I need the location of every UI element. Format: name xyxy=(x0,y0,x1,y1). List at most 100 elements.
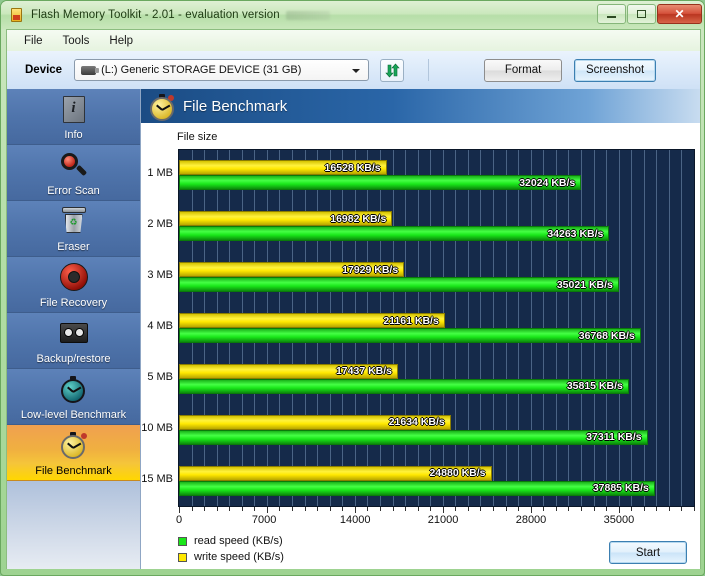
sidebar-item-file-benchmark[interactable]: File Benchmark xyxy=(7,425,140,481)
x-axis-major-tick xyxy=(179,507,180,513)
sidebar-item-backup-restore[interactable]: Backup/restore xyxy=(7,313,140,369)
x-axis-ticks xyxy=(178,507,697,513)
content-panel: File Benchmark File size 1 MB 2 MB 3 MB 4 M… xyxy=(141,89,700,569)
x-axis-minor-tick xyxy=(329,507,331,511)
grid-line xyxy=(643,150,645,506)
bar-read: 35021 KB/s xyxy=(179,277,619,293)
bar-write: 21634 KB/s xyxy=(179,414,451,430)
menu-bar: File Tools Help xyxy=(7,30,700,51)
bar-write: 17437 KB/s xyxy=(179,363,399,379)
x-axis-minor-tick xyxy=(543,507,545,511)
refresh-button[interactable] xyxy=(380,58,405,82)
stopwatch-gold-icon xyxy=(149,93,175,121)
grid-line xyxy=(681,150,683,506)
sidebar-item-label: Backup/restore xyxy=(36,353,111,365)
bar-value-label: 24880 KB/s xyxy=(429,467,486,480)
x-axis-major-tick xyxy=(354,507,356,513)
x-axis-minor-tick xyxy=(505,507,507,511)
blurred-text-region xyxy=(285,10,330,20)
x-axis-minor-tick xyxy=(455,507,457,511)
application-window: Flash Memory Toolkit - 2.01 - evaluation… xyxy=(0,0,705,576)
bar-write: 21161 KB/s xyxy=(179,313,445,328)
bar-value-label: 36768 KB/s xyxy=(578,329,635,342)
bar-read: 36768 KB/s xyxy=(179,328,641,343)
bar-write: 17929 KB/s xyxy=(179,262,405,278)
y-axis-tick-label: 5 MB xyxy=(147,370,173,383)
x-axis-minor-tick xyxy=(279,507,281,511)
bar-value-label: 37885 KB/s xyxy=(592,482,649,495)
y-axis-labels: 1 MB 2 MB 3 MB 4 MB 5 MB 10 MB 15 MB xyxy=(141,149,173,507)
client-area: File Tools Help Device (L:) Generic STOR… xyxy=(6,29,701,569)
x-axis-minor-tick xyxy=(304,507,306,511)
x-axis-minor-tick xyxy=(379,507,381,511)
x-axis-labels: 0 7000 14000 21000 28000 35000 xyxy=(141,514,700,528)
maximize-button[interactable] xyxy=(627,4,656,24)
sidebar-item-eraser[interactable]: ♻ Eraser xyxy=(7,201,140,257)
device-select[interactable]: (L:) Generic STORAGE DEVICE (31 GB) xyxy=(74,59,370,81)
x-axis-minor-tick xyxy=(606,507,608,511)
x-axis-minor-tick xyxy=(204,507,206,511)
sidebar: Info Error Scan ♻ Eraser File Recovery xyxy=(7,89,141,569)
sidebar-item-error-scan[interactable]: Error Scan xyxy=(7,145,140,201)
refresh-icon xyxy=(384,63,400,77)
x-axis-tick-label: 14000 xyxy=(339,514,371,526)
sidebar-item-low-level-benchmark[interactable]: Low-level Benchmark xyxy=(7,369,140,425)
menu-item-file[interactable]: File xyxy=(15,33,52,49)
panel-header: File Benchmark xyxy=(141,89,700,123)
x-axis-minor-tick xyxy=(681,507,683,511)
x-axis-minor-tick xyxy=(342,507,344,511)
benchmark-chart: File size 1 MB 2 MB 3 MB 4 MB 5 MB 10 MB 15 MB… xyxy=(141,123,700,569)
trash-bin-icon: ♻ xyxy=(58,207,90,239)
start-button[interactable]: Start xyxy=(609,541,687,564)
x-axis-minor-tick xyxy=(631,507,633,511)
bar-value-label: 34263 KB/s xyxy=(547,227,604,240)
x-axis-minor-tick xyxy=(493,507,495,511)
x-axis-minor-tick xyxy=(317,507,319,511)
grid-line xyxy=(668,150,670,506)
x-axis-minor-tick xyxy=(555,507,557,511)
legend-label: read speed (KB/s) xyxy=(194,535,283,547)
app-icon xyxy=(9,7,25,23)
x-axis-minor-tick xyxy=(480,507,482,511)
x-axis-minor-tick xyxy=(656,507,658,511)
x-axis-minor-tick xyxy=(405,507,407,511)
x-axis-minor-tick xyxy=(430,507,432,511)
screenshot-button[interactable]: Screenshot xyxy=(574,58,657,82)
bar-write: 16528 KB/s xyxy=(179,160,387,176)
sidebar-item-file-recovery[interactable]: File Recovery xyxy=(7,257,140,313)
lifering-icon xyxy=(58,263,90,295)
bar-value-label: 35021 KB/s xyxy=(556,278,613,291)
bar-value-label: 16982 KB/s xyxy=(330,212,387,225)
plot-area: 16528 KB/s 32024 KB/s 16982 KB/s 34263 KB/s… xyxy=(178,149,695,507)
x-axis-minor-tick xyxy=(292,507,294,511)
legend-swatch-read-icon xyxy=(178,536,187,546)
format-button[interactable]: Format xyxy=(484,58,563,82)
x-axis-minor-tick xyxy=(229,507,231,511)
chart-legend: read speed (KB/s) write speed (KB/s) xyxy=(178,533,284,565)
stopwatch-icon xyxy=(58,375,90,407)
x-axis-minor-tick xyxy=(392,507,394,511)
window-title: Flash Memory Toolkit - 2.01 - evaluation… xyxy=(31,9,280,21)
magnifier-icon xyxy=(58,151,90,183)
bar-value-label: 21161 KB/s xyxy=(383,314,439,327)
sidebar-item-label: File Recovery xyxy=(39,297,108,309)
x-axis-major-tick xyxy=(530,507,532,513)
bar-write: 24880 KB/s xyxy=(179,465,492,481)
x-axis-minor-tick xyxy=(643,507,645,511)
x-axis-minor-tick xyxy=(593,507,595,511)
maximize-icon xyxy=(637,10,646,18)
y-axis-tick-label: 1 MB xyxy=(147,167,173,180)
menu-item-help[interactable]: Help xyxy=(100,33,142,49)
bar-read: 37311 KB/s xyxy=(179,429,648,445)
legend-item-read: read speed (KB/s) xyxy=(178,533,284,549)
menu-item-tools[interactable]: Tools xyxy=(54,33,99,49)
minimize-button[interactable] xyxy=(597,4,626,24)
bar-value-label: 35815 KB/s xyxy=(566,380,623,393)
bar-read: 37885 KB/s xyxy=(179,480,655,496)
x-axis-major-tick xyxy=(618,507,620,513)
close-button[interactable]: ✕ xyxy=(657,4,702,24)
x-axis-minor-tick xyxy=(580,507,582,511)
x-axis-tick-label: 21000 xyxy=(427,514,459,526)
sidebar-item-info[interactable]: Info xyxy=(7,89,140,145)
bar-read: 35815 KB/s xyxy=(179,378,629,394)
